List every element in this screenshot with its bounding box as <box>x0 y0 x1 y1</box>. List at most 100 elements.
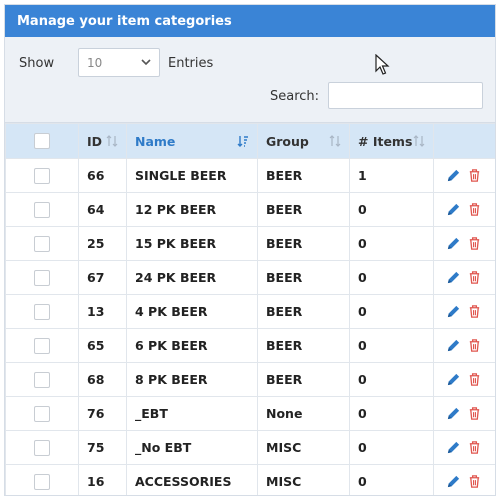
cell-id: 25 <box>78 226 127 261</box>
trash-icon[interactable] <box>467 372 482 387</box>
page-size-select[interactable]: 10 <box>78 48 160 77</box>
row-checkbox[interactable] <box>34 439 50 456</box>
cell-name: 12 PK BEER <box>126 192 258 227</box>
cell-id: 68 <box>78 362 127 397</box>
pencil-icon[interactable] <box>446 338 461 353</box>
cell-items: 0 <box>349 430 434 465</box>
select-all-checkbox[interactable] <box>34 133 50 150</box>
table-row[interactable]: 16 ACCESSORIES MISC 0 <box>5 464 495 495</box>
column-label-items: # Items <box>358 133 413 149</box>
cell-id: 65 <box>78 328 127 363</box>
row-checkbox[interactable] <box>34 371 50 388</box>
cell-actions <box>433 158 495 193</box>
cell-name: 8 PK BEER <box>126 362 258 397</box>
cell-items: 0 <box>349 362 434 397</box>
cell-id: 67 <box>78 260 127 295</box>
table-row[interactable]: 25 15 PK BEER BEER 0 <box>5 226 495 261</box>
column-header-group[interactable]: Group <box>257 123 350 159</box>
row-checkbox[interactable] <box>34 405 50 422</box>
sort-icon <box>106 135 118 147</box>
sort-icon <box>413 135 425 147</box>
row-checkbox[interactable] <box>34 337 50 354</box>
trash-icon[interactable] <box>467 440 482 455</box>
cell-actions <box>433 464 495 495</box>
table-row[interactable]: 68 8 PK BEER BEER 0 <box>5 362 495 397</box>
cell-actions <box>433 328 495 363</box>
cell-group: None <box>257 396 350 431</box>
row-checkbox[interactable] <box>34 473 50 490</box>
pencil-icon[interactable] <box>446 474 461 489</box>
pencil-icon[interactable] <box>446 406 461 421</box>
table-row[interactable]: 66 SINGLE BEER BEER 1 <box>5 158 495 193</box>
pencil-icon[interactable] <box>446 236 461 251</box>
row-select-cell <box>5 430 79 465</box>
table-toolbar: Show 10 Entries Search: <box>5 37 495 123</box>
trash-icon[interactable] <box>467 202 482 217</box>
column-header-id[interactable]: ID <box>78 123 127 159</box>
trash-icon[interactable] <box>467 270 482 285</box>
trash-icon[interactable] <box>467 474 482 489</box>
cell-group: MISC <box>257 430 350 465</box>
cell-id: 64 <box>78 192 127 227</box>
search-label: Search: <box>270 89 320 104</box>
pencil-icon[interactable] <box>446 440 461 455</box>
cell-name: ACCESSORIES <box>126 464 258 495</box>
table-row[interactable]: 65 6 PK BEER BEER 0 <box>5 328 495 363</box>
cell-id: 75 <box>78 430 127 465</box>
sort-icon <box>329 135 341 147</box>
table-row[interactable]: 13 4 PK BEER BEER 0 <box>5 294 495 329</box>
cell-group: BEER <box>257 226 350 261</box>
row-select-cell <box>5 158 79 193</box>
cell-name: _No EBT <box>126 430 258 465</box>
column-header-items[interactable]: # Items <box>349 123 434 159</box>
cell-name: 4 PK BEER <box>126 294 258 329</box>
column-label-id: ID <box>87 133 103 149</box>
row-select-cell <box>5 396 79 431</box>
cell-items: 0 <box>349 396 434 431</box>
trash-icon[interactable] <box>467 304 482 319</box>
table-row[interactable]: 75 _No EBT MISC 0 <box>5 430 495 465</box>
pencil-icon[interactable] <box>446 270 461 285</box>
row-select-cell <box>5 362 79 397</box>
cell-actions <box>433 226 495 261</box>
search-input[interactable] <box>328 82 483 109</box>
table-row[interactable]: 76 _EBT None 0 <box>5 396 495 431</box>
pencil-icon[interactable] <box>446 202 461 217</box>
row-select-cell <box>5 328 79 363</box>
column-header-actions <box>433 123 495 159</box>
cell-actions <box>433 430 495 465</box>
cell-id: 66 <box>78 158 127 193</box>
cell-group: BEER <box>257 328 350 363</box>
cell-items: 0 <box>349 464 434 495</box>
table-row[interactable]: 64 12 PK BEER BEER 0 <box>5 192 495 227</box>
table-row[interactable]: 67 24 PK BEER BEER 0 <box>5 260 495 295</box>
row-select-cell <box>5 226 79 261</box>
row-checkbox[interactable] <box>34 303 50 320</box>
trash-icon[interactable] <box>467 168 482 183</box>
cell-id: 13 <box>78 294 127 329</box>
trash-icon[interactable] <box>467 406 482 421</box>
pencil-icon[interactable] <box>446 168 461 183</box>
cell-name: 6 PK BEER <box>126 328 258 363</box>
cell-actions <box>433 396 495 431</box>
row-checkbox[interactable] <box>34 235 50 252</box>
trash-icon[interactable] <box>467 338 482 353</box>
show-label: Show <box>19 56 55 71</box>
mouse-cursor-icon <box>375 54 390 75</box>
cell-items: 0 <box>349 260 434 295</box>
row-checkbox[interactable] <box>34 167 50 184</box>
column-header-name[interactable]: Name <box>126 123 258 159</box>
chevron-down-icon <box>141 59 151 66</box>
trash-icon[interactable] <box>467 236 482 251</box>
select-all-cell <box>5 123 79 159</box>
pencil-icon[interactable] <box>446 372 461 387</box>
cell-items: 0 <box>349 192 434 227</box>
cell-name: _EBT <box>126 396 258 431</box>
row-checkbox[interactable] <box>34 269 50 286</box>
column-label-name: Name <box>135 133 176 149</box>
pencil-icon[interactable] <box>446 304 461 319</box>
row-checkbox[interactable] <box>34 201 50 218</box>
categories-panel: Manage your item categories Show 10 Entr… <box>4 4 496 496</box>
cell-actions <box>433 362 495 397</box>
cell-name: 24 PK BEER <box>126 260 258 295</box>
